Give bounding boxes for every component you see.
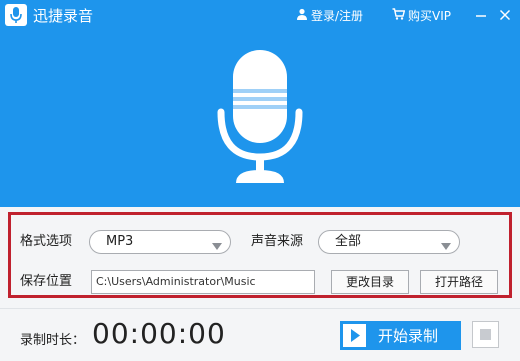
stop-button[interactable] bbox=[472, 321, 499, 348]
close-icon bbox=[499, 9, 511, 21]
start-recording-button[interactable]: 开始录制 bbox=[340, 321, 461, 350]
close-button[interactable] bbox=[496, 6, 514, 24]
play-icon bbox=[343, 324, 366, 347]
chevron-down-icon bbox=[212, 239, 222, 254]
source-label: 声音来源 bbox=[251, 234, 304, 249]
chevron-down-icon bbox=[441, 239, 451, 254]
title-bar: 迅捷录音 登录/注册 购买VIP bbox=[0, 0, 520, 32]
format-label: 格式选项 bbox=[20, 234, 73, 249]
settings-panel: 格式选项 MP3 声音来源 全部 保存位置 C:\Users\Administr… bbox=[8, 212, 512, 298]
login-link[interactable]: 登录/注册 bbox=[296, 8, 363, 24]
format-value: MP3 bbox=[106, 234, 134, 249]
minimize-icon bbox=[476, 15, 486, 17]
duration-timer: 00:00:00 bbox=[92, 317, 226, 350]
cart-icon bbox=[392, 8, 406, 24]
source-value: 全部 bbox=[335, 234, 362, 249]
app-title: 迅捷录音 bbox=[33, 7, 94, 25]
save-path-field[interactable]: C:\Users\Administrator\Music bbox=[91, 270, 315, 294]
stop-icon bbox=[480, 329, 491, 340]
format-select[interactable]: MP3 bbox=[89, 230, 231, 254]
buy-vip-link[interactable]: 购买VIP bbox=[392, 8, 451, 24]
buy-vip-label: 购买VIP bbox=[408, 9, 451, 23]
footer-bar: 录制时长： 00:00:00 开始录制 bbox=[0, 308, 520, 361]
user-icon bbox=[296, 8, 308, 24]
microphone-icon bbox=[200, 45, 320, 190]
open-path-button[interactable]: 打开路径 bbox=[420, 270, 498, 294]
login-label: 登录/注册 bbox=[311, 9, 364, 23]
change-directory-button[interactable]: 更改目录 bbox=[331, 270, 409, 294]
start-recording-label: 开始录制 bbox=[378, 327, 439, 345]
save-location-label: 保存位置 bbox=[20, 274, 73, 289]
source-select[interactable]: 全部 bbox=[318, 230, 460, 254]
duration-label: 录制时长： bbox=[20, 333, 86, 348]
minimize-button[interactable] bbox=[472, 6, 490, 24]
app-logo-icon bbox=[5, 4, 27, 26]
